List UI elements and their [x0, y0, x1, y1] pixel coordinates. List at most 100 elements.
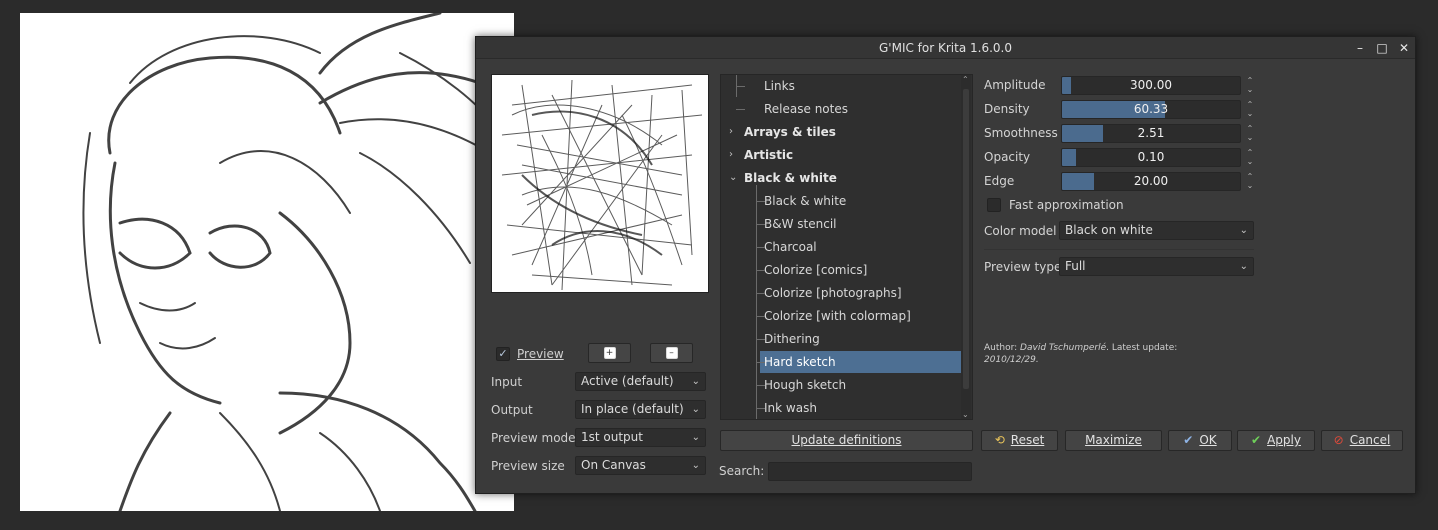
preview-checkbox[interactable]: ✓ [496, 347, 510, 361]
expand-right-icon[interactable]: › [729, 149, 733, 160]
reset-button[interactable]: ⟲ Reset [981, 430, 1058, 451]
tree-item-label: Black & white [744, 171, 837, 185]
search-input[interactable] [768, 462, 972, 481]
preview-type-value: Full [1065, 259, 1086, 273]
close-window-button[interactable]: ✕ [1396, 40, 1412, 56]
cancel-icon: ⊘ [1333, 433, 1344, 447]
tree-category[interactable]: Artistic [721, 144, 961, 166]
tree-item-label: Dithering [764, 332, 820, 346]
preview-image[interactable] [491, 74, 709, 293]
input-value: Active (default) [581, 374, 674, 388]
zoom-out-icon: – [665, 347, 678, 359]
ok-button[interactable]: ✔ OK [1168, 430, 1232, 451]
tree-item-label: Release notes [764, 102, 848, 116]
author-suffix: . Latest update: [1106, 343, 1178, 353]
param-slider[interactable]: 300.00 [1061, 76, 1241, 95]
apply-check-icon: ✔ [1251, 433, 1262, 447]
tree-item-label: Colorize [photographs] [764, 286, 902, 300]
maximize-label: Maximize [1085, 433, 1142, 447]
maximize-window-button[interactable]: □ [1374, 40, 1390, 56]
slider-value: 20.00 [1133, 174, 1169, 188]
slider-value: 0.10 [1137, 150, 1165, 164]
chevron-down-icon: ⌄ [691, 404, 700, 415]
tree-item-label: Charcoal [764, 240, 817, 254]
tree-item-label: B&W stencil [764, 217, 837, 231]
tree-item-label: Colorize [comics] [764, 263, 868, 277]
checkmark-icon: ✔ [1183, 433, 1194, 447]
param-slider[interactable]: 0.10 [1061, 148, 1241, 167]
author-prefix: Author: [984, 343, 1021, 353]
slider-value: 300.00 [1130, 78, 1172, 92]
tree-category[interactable]: Black & white [721, 167, 961, 189]
fast-approximation-checkbox[interactable] [987, 198, 1001, 212]
author-date: 2010/12/29. [984, 355, 1039, 365]
preview-label: Preview [517, 347, 564, 361]
chevron-down-icon: ⌄ [1239, 261, 1248, 272]
param-slider[interactable]: 2.51 [1061, 124, 1241, 143]
preview-sketch [501, 79, 703, 291]
apply-button[interactable]: ✔ Apply [1237, 430, 1315, 451]
color-model-label: Color model [984, 224, 1057, 238]
slider-value: 60.33 [1133, 102, 1169, 116]
scroll-up-icon[interactable]: ⌃ [962, 75, 969, 84]
tree-item-label: Arrays & tiles [744, 125, 836, 139]
chevron-down-icon: ⌄ [1239, 225, 1248, 236]
minimize-button[interactable]: – [1352, 40, 1368, 56]
param-label: Amplitude [984, 78, 1046, 92]
output-label: Output [491, 403, 533, 417]
tree-item[interactable]: Links [721, 75, 961, 97]
tree-scrollbar[interactable]: ⌃ ⌄ [961, 75, 971, 419]
window-title: G'MIC for Krita 1.6.0.0 [879, 41, 1012, 55]
tree-item-label: Artistic [744, 148, 794, 162]
chevron-down-icon: ⌄ [691, 432, 700, 443]
input-label: Input [491, 375, 523, 389]
param-slider[interactable]: 60.33 [1061, 100, 1241, 119]
chevron-down-icon: ⌄ [691, 376, 700, 387]
tree-item-label: Black & white [764, 194, 847, 208]
search-label: Search: [719, 464, 765, 478]
spin-arrows-icon[interactable]: ⌃ ⌄ [1244, 124, 1256, 143]
ok-label: OK [1199, 433, 1217, 447]
param-slider[interactable]: 20.00 [1061, 172, 1241, 191]
tree-item[interactable]: Hard sketch [760, 351, 961, 373]
maximize-button[interactable]: Maximize [1065, 430, 1162, 451]
preview-mode-value: 1st output [581, 430, 643, 444]
expand-right-icon[interactable]: › [729, 126, 733, 137]
cancel-label: Cancel [1349, 433, 1391, 447]
scroll-down-icon[interactable]: ⌄ [962, 410, 969, 419]
output-value: In place (default) [581, 402, 684, 416]
gmic-dialog: G'MIC for Krita 1.6.0.0 – □ ✕ ✓ Preview [475, 36, 1416, 494]
sketch-artwork [82, 13, 501, 511]
spin-arrows-icon[interactable]: ⌃ ⌄ [1244, 76, 1256, 95]
color-model-select[interactable]: Black on white ⌄ [1059, 221, 1254, 240]
preview-type-select[interactable]: Full ⌄ [1059, 257, 1254, 276]
tree-item[interactable]: Release notes [721, 98, 961, 120]
fast-approximation-label: Fast approximation [1009, 198, 1124, 212]
update-definitions-button[interactable]: Update definitions [720, 430, 973, 451]
divider [984, 249, 1254, 250]
spin-arrows-icon[interactable]: ⌃ ⌄ [1244, 148, 1256, 167]
param-label: Opacity [984, 150, 1031, 164]
zoom-out-button[interactable]: – [650, 343, 693, 363]
output-select[interactable]: In place (default) ⌄ [575, 400, 706, 419]
filter-tree[interactable]: Links Release notes Arrays & tiles › Artisti… [720, 74, 973, 420]
preview-size-value: On Canvas [581, 458, 646, 472]
preview-mode-label: Preview mode [491, 431, 576, 445]
scrollbar-thumb[interactable] [963, 89, 969, 389]
slider-value: 2.51 [1137, 126, 1165, 140]
param-label: Density [984, 102, 1030, 116]
input-select[interactable]: Active (default) ⌄ [575, 372, 706, 391]
cancel-button[interactable]: ⊘ Cancel [1321, 430, 1403, 451]
expand-down-icon[interactable]: ⌄ [729, 172, 737, 183]
spin-arrows-icon[interactable]: ⌃ ⌄ [1244, 100, 1256, 119]
preview-size-select[interactable]: On Canvas ⌄ [575, 456, 706, 475]
krita-canvas[interactable] [20, 13, 514, 511]
zoom-in-button[interactable]: + [588, 343, 631, 363]
tree-category[interactable]: Arrays & tiles [721, 121, 961, 143]
spin-arrows-icon[interactable]: ⌃ ⌄ [1244, 172, 1256, 191]
preview-mode-select[interactable]: 1st output ⌄ [575, 428, 706, 447]
color-model-value: Black on white [1065, 223, 1153, 237]
title-bar[interactable]: G'MIC for Krita 1.6.0.0 – □ ✕ [476, 37, 1415, 59]
author-name: David Tschumperlé [1020, 343, 1107, 353]
tree-item-label: Hough sketch [764, 378, 847, 392]
